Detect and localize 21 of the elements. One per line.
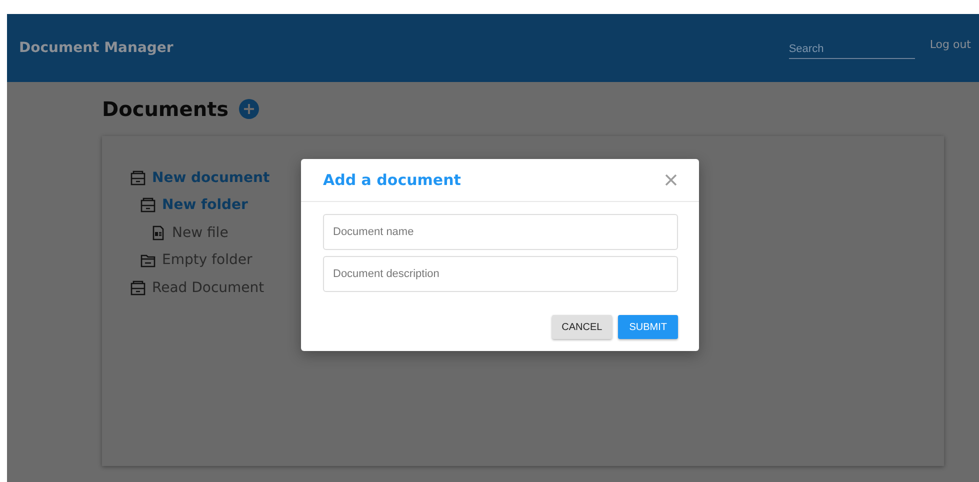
search-field[interactable]: Search	[788, 40, 915, 58]
close-icon[interactable]	[665, 174, 677, 186]
app-title: Document Manager	[19, 40, 174, 56]
file-icon	[150, 224, 166, 241]
submit-button[interactable]: SUBMIT	[618, 315, 678, 339]
tray-icon	[130, 280, 146, 296]
tree-item[interactable]: Read Document	[152, 280, 264, 296]
text-field[interactable]: Document description	[323, 256, 678, 292]
tree-item[interactable]: New file	[172, 224, 228, 241]
logout-link[interactable]: Log out	[930, 38, 971, 50]
text-field[interactable]: Document name	[323, 214, 678, 250]
page-title: Documents	[102, 97, 229, 121]
folder-icon	[140, 252, 156, 268]
tree-item[interactable]: Empty folder	[162, 252, 252, 268]
tray-icon	[140, 197, 156, 214]
tree-item[interactable]: New folder	[162, 197, 248, 214]
tray-icon	[130, 170, 146, 186]
cancel-button[interactable]: CANCEL	[552, 315, 612, 339]
add-icon[interactable]	[238, 99, 259, 119]
dialog-title: Add a document	[323, 171, 461, 189]
tree-item[interactable]: New document	[152, 170, 270, 186]
